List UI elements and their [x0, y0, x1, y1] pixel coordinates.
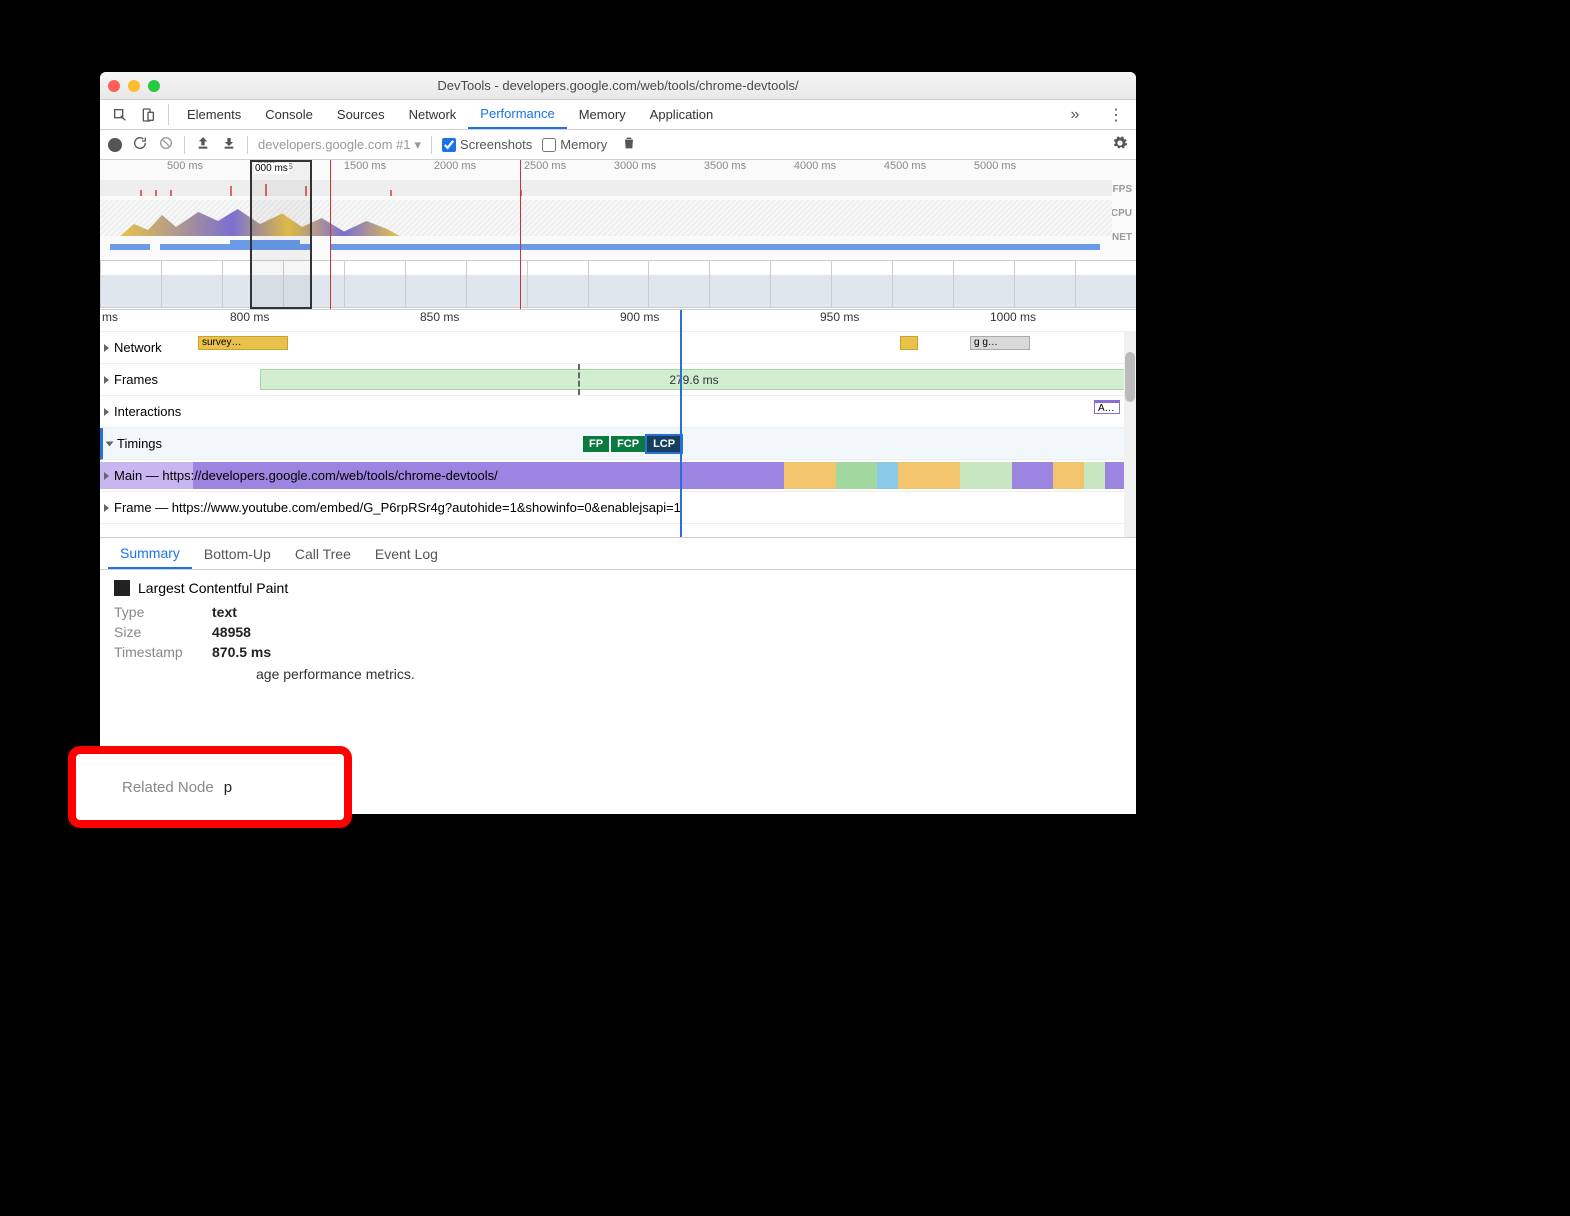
- record-button[interactable]: [108, 138, 122, 152]
- summary-timestamp-value: 870.5 ms: [212, 644, 271, 660]
- network-chip[interactable]: [900, 336, 918, 350]
- clear-button[interactable]: [158, 135, 174, 154]
- trash-icon[interactable]: [621, 135, 637, 154]
- devtools-tabs: Elements Console Sources Network Perform…: [100, 100, 1136, 130]
- device-toggle-icon[interactable]: [134, 100, 162, 129]
- traffic-lights: [108, 80, 160, 92]
- close-icon[interactable]: [108, 80, 120, 92]
- overview-panel[interactable]: 500 ms000 ms1500 ms2000 ms2500 ms3000 ms…: [100, 160, 1136, 310]
- timing-markers: FPFCPLCP: [583, 435, 683, 452]
- expand-icon[interactable]: [104, 344, 109, 352]
- flame-chart[interactable]: ms 800 ms 850 ms 900 ms 950 ms 1000 ms N…: [100, 310, 1136, 538]
- subtab-call-tree[interactable]: Call Tree: [283, 538, 363, 569]
- network-row[interactable]: Network survey… g g…: [100, 332, 1136, 364]
- minimize-icon[interactable]: [128, 80, 140, 92]
- frame-bar[interactable]: 279.6 ms: [260, 369, 1128, 390]
- tab-console[interactable]: Console: [253, 100, 325, 129]
- expand-icon[interactable]: [104, 504, 109, 512]
- summary-color-swatch: [114, 580, 130, 596]
- tab-application[interactable]: Application: [638, 100, 726, 129]
- fcp-marker[interactable]: FCP: [611, 436, 645, 452]
- titlebar: DevTools - developers.google.com/web/too…: [100, 72, 1136, 100]
- lcp-marker[interactable]: LCP: [647, 436, 681, 452]
- performance-toolbar: developers.google.com #1 ▾ Screenshots M…: [100, 130, 1136, 160]
- tab-performance[interactable]: Performance: [468, 100, 566, 129]
- tab-elements[interactable]: Elements: [175, 100, 253, 129]
- tab-network[interactable]: Network: [397, 100, 469, 129]
- frame-thread-row[interactable]: Frame — https://www.youtube.com/embed/G_…: [100, 492, 1136, 524]
- overview-marker: [520, 160, 521, 309]
- timings-row[interactable]: Timings FPFCPLCP: [100, 428, 1136, 460]
- related-node-label: Related Node: [122, 779, 214, 796]
- current-time-marker[interactable]: [680, 310, 682, 537]
- overview-track-labels: FPSCPUNET: [1111, 178, 1132, 250]
- more-tabs-icon[interactable]: »: [1061, 106, 1089, 124]
- summary-description: age performance metrics.: [114, 666, 1122, 682]
- subtab-summary[interactable]: Summary: [108, 538, 192, 569]
- tab-sources[interactable]: Sources: [325, 100, 397, 129]
- frame-divider: [578, 364, 580, 395]
- detail-subtabs: Summary Bottom-Up Call Tree Event Log: [100, 538, 1136, 570]
- frames-row[interactable]: Frames 279.6 ms: [100, 364, 1136, 396]
- devtools-window: DevTools - developers.google.com/web/too…: [100, 72, 1136, 814]
- main-thread-row[interactable]: Main — https://developers.google.com/web…: [100, 460, 1136, 492]
- overview-marker: [330, 160, 331, 309]
- expand-icon[interactable]: [104, 472, 109, 480]
- memory-checkbox[interactable]: Memory: [542, 137, 607, 152]
- settings-gear-icon[interactable]: [1112, 135, 1128, 154]
- window-title: DevTools - developers.google.com/web/too…: [100, 78, 1136, 93]
- summary-type-value: text: [212, 604, 237, 620]
- collapse-icon[interactable]: [106, 441, 114, 446]
- summary-title: Largest Contentful Paint: [138, 580, 288, 596]
- chevron-down-icon: ▾: [415, 137, 422, 153]
- tab-memory[interactable]: Memory: [567, 100, 638, 129]
- summary-size-value: 48958: [212, 624, 251, 640]
- subtab-event-log[interactable]: Event Log: [363, 538, 450, 569]
- maximize-icon[interactable]: [148, 80, 160, 92]
- subtab-bottom-up[interactable]: Bottom-Up: [192, 538, 283, 569]
- expand-icon[interactable]: [104, 376, 109, 384]
- overview-selection[interactable]: [250, 160, 312, 309]
- inspect-icon[interactable]: [106, 100, 134, 129]
- summary-panel: Largest Contentful Paint Typetext Size48…: [100, 570, 1136, 692]
- related-node-annotation: Related Node p: [68, 746, 352, 828]
- interactions-row[interactable]: Interactions A…: [100, 396, 1136, 428]
- screenshots-checkbox[interactable]: Screenshots: [442, 137, 532, 152]
- related-node-value[interactable]: p: [224, 779, 232, 796]
- network-chip[interactable]: survey…: [198, 336, 288, 350]
- download-button[interactable]: [221, 135, 237, 154]
- upload-button[interactable]: [195, 135, 211, 154]
- kebab-menu-icon[interactable]: ⋮: [1102, 105, 1130, 125]
- recording-dropdown[interactable]: developers.google.com #1 ▾: [258, 137, 421, 153]
- reload-button[interactable]: [132, 135, 148, 154]
- zoom-ruler: ms 800 ms 850 ms 900 ms 950 ms 1000 ms: [100, 310, 1136, 332]
- network-chip[interactable]: g g…: [970, 336, 1030, 350]
- expand-icon[interactable]: [104, 408, 109, 416]
- fp-marker[interactable]: FP: [583, 436, 609, 452]
- interaction-chip[interactable]: A…: [1094, 400, 1120, 414]
- flame-scrollbar[interactable]: [1124, 332, 1136, 537]
